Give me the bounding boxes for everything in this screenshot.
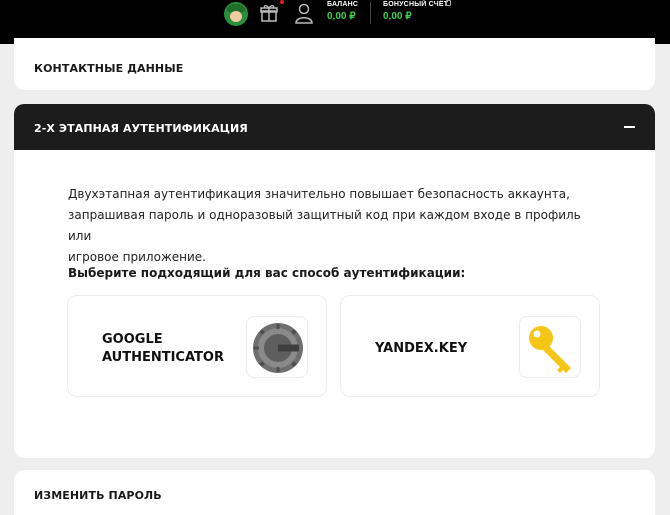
description-line: Двухэтапная аутентификация значительно п… — [68, 187, 570, 201]
method-name-line: AUTHENTICATOR — [102, 350, 224, 365]
mascot-face — [230, 11, 242, 22]
twofa-section-title: 2-Х ЭТАПНАЯ АУТЕНТИФИКАЦИЯ — [34, 122, 248, 135]
gift-icon[interactable] — [259, 3, 279, 23]
yandex-key-label: YANDEX.KEY — [375, 341, 468, 356]
contacts-section[interactable]: КОНТАКТНЫЕ ДАННЫЕ — [14, 38, 655, 90]
change-password-section[interactable]: ИЗМЕНИТЬ ПАРОЛЬ — [14, 470, 655, 515]
yandex-key-logo-box — [519, 316, 581, 378]
choose-method-label: Выберите подходящий для вас способ аутен… — [68, 266, 466, 280]
yandex-key-option[interactable]: YANDEX.KEY — [340, 295, 600, 397]
bonus-info-icon[interactable] — [446, 0, 451, 6]
balance-value: 0,00 ₽ — [327, 11, 356, 22]
method-name-line: GOOGLE — [102, 332, 163, 347]
google-authenticator-logo-box — [246, 316, 308, 378]
balance-label: БАЛАНС — [327, 1, 359, 8]
header-divider — [370, 2, 371, 24]
twofa-section-header[interactable]: 2-Х ЭТАПНАЯ АУТЕНТИФИКАЦИЯ — [14, 104, 655, 150]
mascot-avatar-icon[interactable] — [224, 2, 248, 26]
description-line: игровое приложение. — [68, 250, 206, 264]
contacts-section-title: КОНТАКТНЫЕ ДАННЫЕ — [34, 62, 184, 75]
bonus-block[interactable]: БОНУСНЫЙ СЧЁТ 0,00 ₽ — [383, 1, 448, 22]
yandex-key-logo-icon — [529, 326, 571, 373]
notification-dot — [280, 0, 284, 4]
google-authenticator-option[interactable]: GOOGLE AUTHENTICATOR — [67, 295, 327, 397]
user-icon[interactable] — [294, 2, 314, 24]
bonus-label: БОНУСНЫЙ СЧЁТ — [383, 1, 449, 8]
google-authenticator-logo-icon — [253, 323, 303, 373]
twofa-description: Двухэтапная аутентификация значительно п… — [68, 184, 588, 268]
minus-icon[interactable] — [624, 126, 635, 128]
google-authenticator-label: GOOGLE AUTHENTICATOR — [102, 331, 232, 367]
change-password-title: ИЗМЕНИТЬ ПАРОЛЬ — [34, 489, 162, 502]
description-line: запрашивая пароль и одноразовый защитный… — [68, 208, 581, 243]
balance-block[interactable]: БАЛАНС 0,00 ₽ — [327, 1, 358, 22]
twofa-section: 2-Х ЭТАПНАЯ АУТЕНТИФИКАЦИЯ Двухэтапная а… — [14, 104, 655, 458]
bonus-value: 0,00 ₽ — [383, 11, 412, 22]
